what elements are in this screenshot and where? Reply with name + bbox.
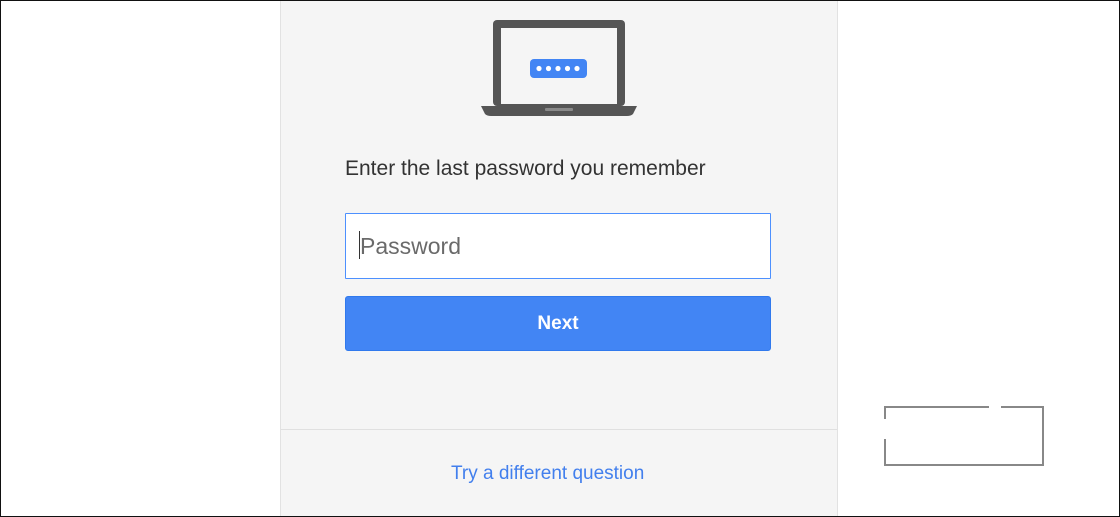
next-button[interactable]: Next bbox=[345, 296, 771, 351]
try-different-question-link[interactable]: Try a different question bbox=[451, 463, 644, 485]
dashed-frame-decoration bbox=[884, 406, 1044, 466]
password-input[interactable] bbox=[345, 213, 771, 279]
recovery-card: Enter the last password you remember Nex… bbox=[280, 1, 838, 516]
screenshot-frame: Enter the last password you remember Nex… bbox=[0, 0, 1120, 517]
text-caret bbox=[359, 231, 360, 259]
card-divider bbox=[281, 429, 837, 430]
laptop-password-icon bbox=[481, 17, 637, 119]
recovery-prompt: Enter the last password you remember bbox=[345, 157, 706, 180]
